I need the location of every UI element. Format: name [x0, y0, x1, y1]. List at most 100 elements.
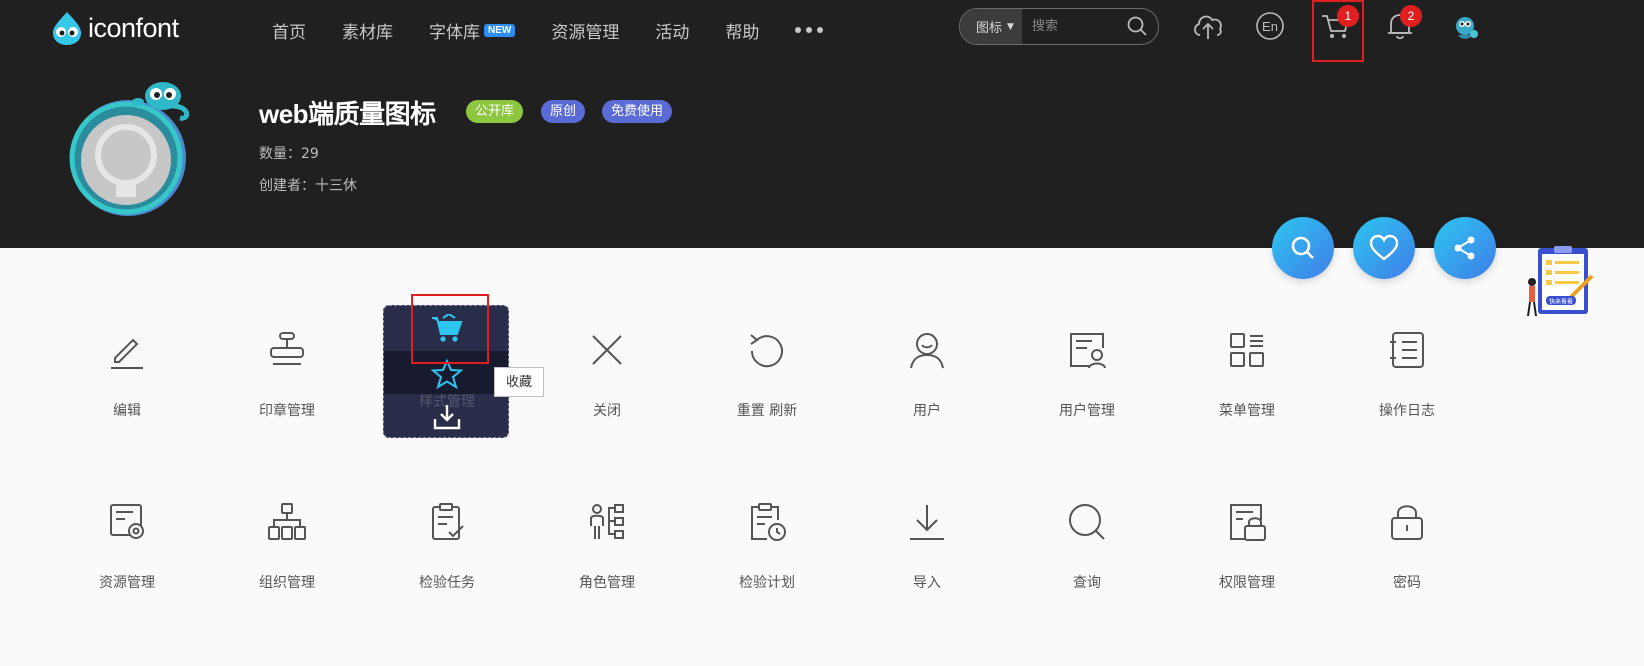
icon-card-log[interactable]: 操作日志 [1332, 330, 1482, 440]
download-icon[interactable] [432, 403, 462, 431]
nav-materials[interactable]: 素材库 [342, 14, 393, 46]
library-avatar [68, 70, 198, 220]
chevron-down-icon: ▼ [1007, 21, 1014, 32]
new-badge: NEW [484, 23, 516, 37]
menu-manage-icon [1230, 333, 1264, 367]
icon-label: 印章管理 [259, 403, 315, 419]
search-type-label: 图标 [976, 21, 1003, 36]
icon-card-refresh[interactable]: 重置 刷新 [692, 330, 842, 440]
resource-icon [110, 504, 144, 539]
nav-activities-label: 活动 [655, 22, 690, 43]
icon-count-value: 29 [301, 146, 319, 162]
main-nav: 首页 素材库 字体库 NEW 资源管理 活动 帮助 [272, 14, 859, 46]
icon-card-plan[interactable]: 检验计划 [692, 502, 842, 612]
icon-card-resource[interactable]: 资源管理 [52, 502, 202, 612]
icon-label: 检验计划 [739, 575, 795, 591]
share-icon [1454, 236, 1475, 260]
notification-count-badge: 2 [1400, 5, 1422, 27]
icon-label: 检验任务 [419, 575, 475, 591]
task-icon [432, 503, 464, 540]
query-icon [1069, 504, 1105, 540]
nav-help[interactable]: 帮助 [725, 14, 759, 46]
icon-label: 关闭 [593, 403, 621, 419]
creator: 创建者：十三休 [259, 175, 357, 195]
icon-label: 角色管理 [579, 575, 635, 591]
search-box: 图标 ▼ [959, 8, 1159, 45]
icon-card-query[interactable]: 查询 [1012, 502, 1162, 612]
logo[interactable]: iconfont [50, 8, 179, 48]
refresh-icon [750, 334, 783, 368]
lock-icon [1391, 505, 1423, 540]
upload-icon[interactable] [1191, 8, 1225, 44]
cart-count-badge: 1 [1337, 5, 1359, 27]
fab-search-button[interactable] [1272, 217, 1334, 279]
promo-text: 快来看看 [1549, 298, 1573, 306]
permission-icon [1230, 504, 1266, 541]
icon-label: 资源管理 [99, 575, 155, 591]
tag-free-use[interactable]: 免费使用 [602, 100, 673, 123]
language-label: En [1262, 19, 1278, 34]
search-type-select[interactable]: 图标 ▼ [960, 9, 1022, 44]
icon-label: 操作日志 [1379, 403, 1435, 419]
stamp-icon [270, 332, 304, 365]
tag-original[interactable]: 原创 [541, 100, 586, 123]
creator-label: 创建者： [259, 178, 315, 194]
log-icon [1390, 332, 1424, 368]
icon-label: 密码 [1393, 575, 1421, 591]
nav-materials-label: 素材库 [342, 22, 393, 43]
fab-share-button[interactable] [1434, 217, 1496, 279]
nav-activities[interactable]: 活动 [655, 14, 689, 46]
search-icon[interactable] [1126, 15, 1148, 37]
language-icon[interactable]: En [1253, 8, 1287, 44]
icon-label: 用户管理 [1059, 403, 1115, 419]
top-banner: iconfont 首页 素材库 字体库 NEW 资源管理 活动 帮助 图标 ▼ En… [0, 0, 1644, 248]
icon-label: 导入 [913, 575, 941, 591]
icon-count-label: 数量： [259, 146, 301, 162]
promo-widget[interactable]: 快来看看 [1524, 246, 1596, 318]
icon-label: 编辑 [113, 403, 141, 419]
icon-card-import[interactable]: 导入 [852, 502, 1002, 612]
tag-public[interactable]: 公开库 [466, 100, 524, 123]
icon-label: 查询 [1073, 575, 1101, 591]
icon-card-stamp[interactable]: 印章管理 [212, 330, 362, 440]
icon-card-org[interactable]: 组织管理 [212, 502, 362, 612]
icon-card-user-manage[interactable]: 用户管理 [1012, 330, 1162, 440]
fab-favorite-button[interactable] [1353, 217, 1415, 279]
icon-card-menu-manage[interactable]: 菜单管理 [1172, 330, 1322, 440]
creator-name[interactable]: 十三休 [315, 178, 357, 194]
nav-home-label: 首页 [272, 22, 306, 43]
icon-card-task[interactable]: 检验任务 [372, 502, 522, 612]
close-icon [592, 335, 622, 365]
nav-resources[interactable]: 资源管理 [551, 14, 619, 46]
nav-fonts[interactable]: 字体库 NEW [429, 14, 516, 46]
icon-label: 重置 刷新 [736, 403, 798, 419]
user-avatar[interactable] [1448, 8, 1482, 44]
logo-icon [53, 12, 81, 45]
heart-icon [1369, 234, 1399, 261]
icon-card-permission[interactable]: 权限管理 [1172, 502, 1322, 612]
plan-icon [751, 503, 786, 541]
library-title: web端质量图标 [259, 99, 436, 129]
icon-label: 组织管理 [259, 575, 315, 591]
nav-resources-label: 资源管理 [551, 22, 620, 43]
user-icon [910, 333, 944, 369]
more-icon[interactable] [795, 14, 824, 46]
icon-card-user[interactable]: 用户 [852, 330, 1002, 440]
nav-home[interactable]: 首页 [272, 14, 306, 46]
nav-fonts-label: 字体库 [429, 22, 480, 43]
edit-icon [111, 338, 143, 369]
icon-card-close[interactable]: 关闭 [532, 330, 682, 440]
search-icon [1291, 236, 1314, 259]
icon-card-role[interactable]: 角色管理 [532, 502, 682, 612]
logo-text: iconfont [88, 12, 179, 43]
icon-label: 权限管理 [1219, 575, 1275, 591]
org-icon [268, 503, 306, 540]
role-icon [590, 504, 624, 539]
user-manage-icon [1070, 333, 1106, 369]
search-input[interactable] [1021, 18, 1114, 35]
icon-card-edit[interactable]: 编辑 [52, 330, 202, 440]
icon-label: 菜单管理 [1219, 403, 1275, 419]
icon-count: 数量：29 [259, 143, 319, 163]
icon-card-password[interactable]: 密码 [1332, 502, 1482, 612]
import-icon [910, 505, 944, 540]
